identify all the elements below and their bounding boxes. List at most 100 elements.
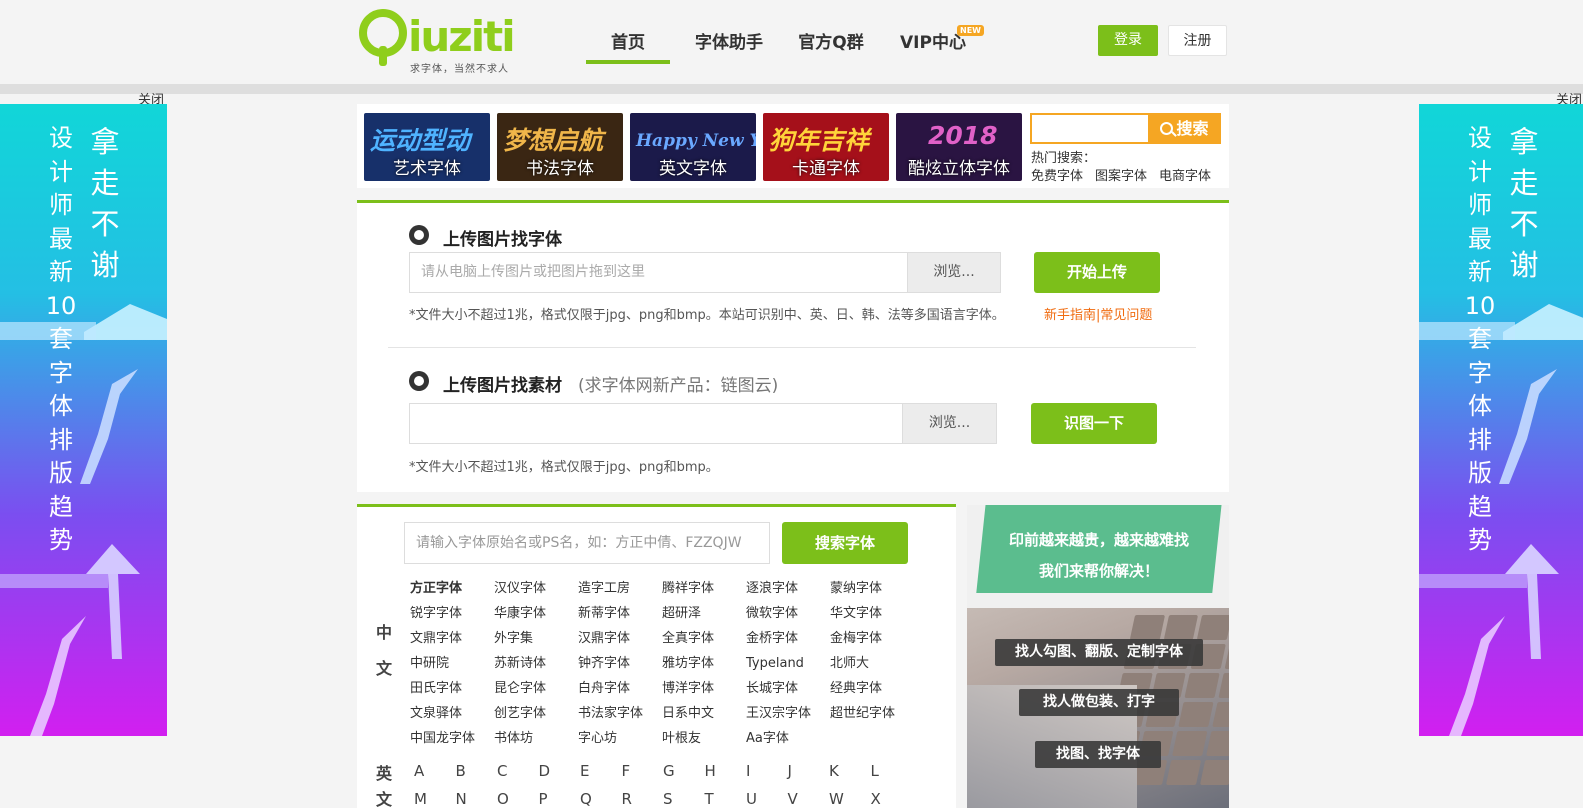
font-brand-link[interactable]: 逐浪字体 bbox=[746, 576, 830, 601]
font-brand-link[interactable]: 华文字体 bbox=[830, 601, 914, 626]
category-label: 英文字体 bbox=[659, 159, 727, 179]
letter-index-link[interactable]: S bbox=[663, 790, 705, 808]
font-brand-link[interactable]: 博洋字体 bbox=[662, 676, 746, 701]
font-brand-link[interactable]: 书体坊 bbox=[494, 726, 578, 751]
font-brand-link[interactable]: Typeland bbox=[746, 651, 830, 676]
nav-home[interactable]: 首页 bbox=[586, 0, 670, 64]
font-brand-link[interactable]: 创艺字体 bbox=[494, 701, 578, 726]
font-brand-link[interactable]: 蒙纳字体 bbox=[830, 576, 914, 601]
font-brand-link[interactable]: 叶根友 bbox=[662, 726, 746, 751]
font-brand-link[interactable]: 书法家字体 bbox=[578, 701, 662, 726]
promo-find-font-pill[interactable]: 找图、找字体 bbox=[1035, 741, 1161, 768]
font-name-search-input[interactable]: 请输入字体原始名或PS名，如：方正中倩、FZZQJW bbox=[404, 522, 770, 564]
category-cartoon-fonts[interactable]: 狗年吉祥 卡通字体 bbox=[763, 113, 889, 181]
font-brand-link[interactable]: 字心坊 bbox=[578, 726, 662, 751]
search-font-button[interactable]: 搜索字体 bbox=[782, 522, 908, 564]
letter-index-link[interactable]: T bbox=[705, 790, 747, 808]
letter-index-link[interactable]: K bbox=[829, 762, 871, 780]
letter-index-link[interactable]: W bbox=[829, 790, 871, 808]
font-brand-link[interactable]: 长城字体 bbox=[746, 676, 830, 701]
letter-index-link[interactable]: L bbox=[871, 762, 913, 780]
upload-panel: 上传图片找字体 请从电脑上传图片或把图片拖到这里 浏览... 开始上传 *文件大… bbox=[357, 200, 1229, 492]
register-button[interactable]: 注册 bbox=[1168, 25, 1227, 56]
category-3d-fonts[interactable]: 2018 酷炫立体字体 bbox=[896, 113, 1022, 181]
typesetting-service-ad[interactable]: 印前越来越贵，越来越难找 我们来帮你解决！ 找人勾图、翻版、定制字体 找人做包装… bbox=[967, 505, 1229, 808]
font-brand-link[interactable]: 苏新诗体 bbox=[494, 651, 578, 676]
letter-index-link[interactable]: N bbox=[456, 790, 498, 808]
font-brand-link[interactable]: 金桥字体 bbox=[746, 626, 830, 651]
category-calligraphy-fonts[interactable]: 梦想启航 书法字体 bbox=[497, 113, 623, 181]
letter-index-link[interactable]: V bbox=[788, 790, 830, 808]
font-brand-link[interactable]: 文鼎字体 bbox=[410, 626, 494, 651]
font-brand-link[interactable]: 经典字体 bbox=[830, 676, 914, 701]
letter-index-link[interactable]: P bbox=[539, 790, 581, 808]
font-brand-link[interactable]: 田氏字体 bbox=[410, 676, 494, 701]
letter-index-link[interactable]: R bbox=[622, 790, 664, 808]
nav-font-assistant[interactable]: 字体助手 bbox=[678, 0, 780, 64]
font-brand-link[interactable]: 钟齐字体 bbox=[578, 651, 662, 676]
letter-index-link[interactable]: E bbox=[580, 762, 622, 780]
font-brand-link[interactable]: 华康字体 bbox=[494, 601, 578, 626]
font-brand-link[interactable]: 文泉驿体 bbox=[410, 701, 494, 726]
material-browse-button[interactable]: 浏览... bbox=[902, 403, 997, 444]
search-button[interactable]: 搜索 bbox=[1148, 113, 1221, 144]
font-brand-link[interactable]: 腾祥字体 bbox=[662, 576, 746, 601]
font-brand-link[interactable]: Aa字体 bbox=[746, 726, 830, 751]
promo-custom-font-pill[interactable]: 找人勾图、翻版、定制字体 bbox=[995, 639, 1203, 666]
letter-index-link[interactable]: G bbox=[663, 762, 705, 780]
hot-link-pattern-fonts[interactable]: 图案字体 bbox=[1095, 165, 1147, 184]
font-brand-link[interactable]: 王汉宗字体 bbox=[746, 701, 830, 726]
letter-index-link[interactable]: B bbox=[456, 762, 498, 780]
font-brand-link[interactable]: 方正字体 bbox=[410, 576, 494, 601]
hot-link-free-fonts[interactable]: 免费字体 bbox=[1031, 165, 1083, 184]
faq-link[interactable]: 常见问题 bbox=[1100, 308, 1152, 323]
font-brand-link[interactable]: 中国龙字体 bbox=[410, 726, 494, 751]
font-brand-link[interactable]: 锐字字体 bbox=[410, 601, 494, 626]
letter-index-link[interactable]: I bbox=[746, 762, 788, 780]
letter-index-link[interactable]: C bbox=[497, 762, 539, 780]
category-english-fonts[interactable]: Happy New Year 英文字体 bbox=[630, 113, 756, 181]
start-upload-button[interactable]: 开始上传 bbox=[1034, 252, 1160, 293]
font-brand-link[interactable]: 日系中文 bbox=[662, 701, 746, 726]
left-side-ad[interactable]: 设计师最新 10 套字体排版趋势 拿走不谢 bbox=[0, 104, 167, 736]
search-input[interactable] bbox=[1030, 113, 1148, 144]
font-brand-link[interactable]: 造字工房 bbox=[578, 576, 662, 601]
font-brand-link[interactable]: 北师大 bbox=[830, 651, 914, 676]
font-brand-link[interactable]: 微软字体 bbox=[746, 601, 830, 626]
material-image-file-input[interactable] bbox=[409, 403, 903, 444]
font-brand-link[interactable]: 外字集 bbox=[494, 626, 578, 651]
font-brand-link[interactable]: 新蒂字体 bbox=[578, 601, 662, 626]
recognize-image-button[interactable]: 识图一下 bbox=[1031, 403, 1157, 444]
letter-index-link[interactable]: U bbox=[746, 790, 788, 808]
font-brand-link[interactable]: 雅坊字体 bbox=[662, 651, 746, 676]
promo-packaging-pill[interactable]: 找人做包装、打字 bbox=[1019, 689, 1179, 716]
letter-index-link[interactable]: F bbox=[622, 762, 664, 780]
font-browse-button[interactable]: 浏览... bbox=[907, 252, 1001, 293]
font-brand-link[interactable]: 全真字体 bbox=[662, 626, 746, 651]
right-side-ad[interactable]: 设计师最新 10 套字体排版趋势 拿走不谢 bbox=[1419, 104, 1583, 736]
font-brand-link[interactable]: 中研院 bbox=[410, 651, 494, 676]
category-art-fonts[interactable]: 运动型动 艺术字体 bbox=[364, 113, 490, 181]
svg-text:iuziti: iuziti bbox=[408, 12, 514, 61]
letter-index-link[interactable]: H bbox=[705, 762, 747, 780]
login-button[interactable]: 登录 bbox=[1098, 25, 1158, 56]
letter-index-link[interactable]: O bbox=[497, 790, 539, 808]
font-brand-link[interactable]: 超世纪字体 bbox=[830, 701, 914, 726]
font-image-file-input[interactable]: 请从电脑上传图片或把图片拖到这里 bbox=[409, 252, 908, 293]
hot-link-ecommerce-fonts[interactable]: 电商字体 bbox=[1159, 165, 1211, 184]
font-brand-link[interactable]: 超研泽 bbox=[662, 601, 746, 626]
nav-qq-group[interactable]: 官方Q群 bbox=[780, 0, 882, 64]
font-brand-link[interactable]: 昆仑字体 bbox=[494, 676, 578, 701]
font-brand-link[interactable]: 金梅字体 bbox=[830, 626, 914, 651]
font-brand-link[interactable]: 汉鼎字体 bbox=[578, 626, 662, 651]
letter-index-link[interactable]: D bbox=[539, 762, 581, 780]
letter-index-link[interactable]: A bbox=[414, 762, 456, 780]
letter-index-link[interactable]: Q bbox=[580, 790, 622, 808]
beginner-guide-link[interactable]: 新手指南 bbox=[1044, 308, 1096, 323]
letter-index-link[interactable]: J bbox=[788, 762, 830, 780]
letter-index-link[interactable]: M bbox=[414, 790, 456, 808]
nav-vip-center[interactable]: VIP中心 NEW bbox=[882, 0, 984, 64]
font-brand-link[interactable]: 白舟字体 bbox=[578, 676, 662, 701]
letter-index-link[interactable]: X bbox=[871, 790, 913, 808]
font-brand-link[interactable]: 汉仪字体 bbox=[494, 576, 578, 601]
